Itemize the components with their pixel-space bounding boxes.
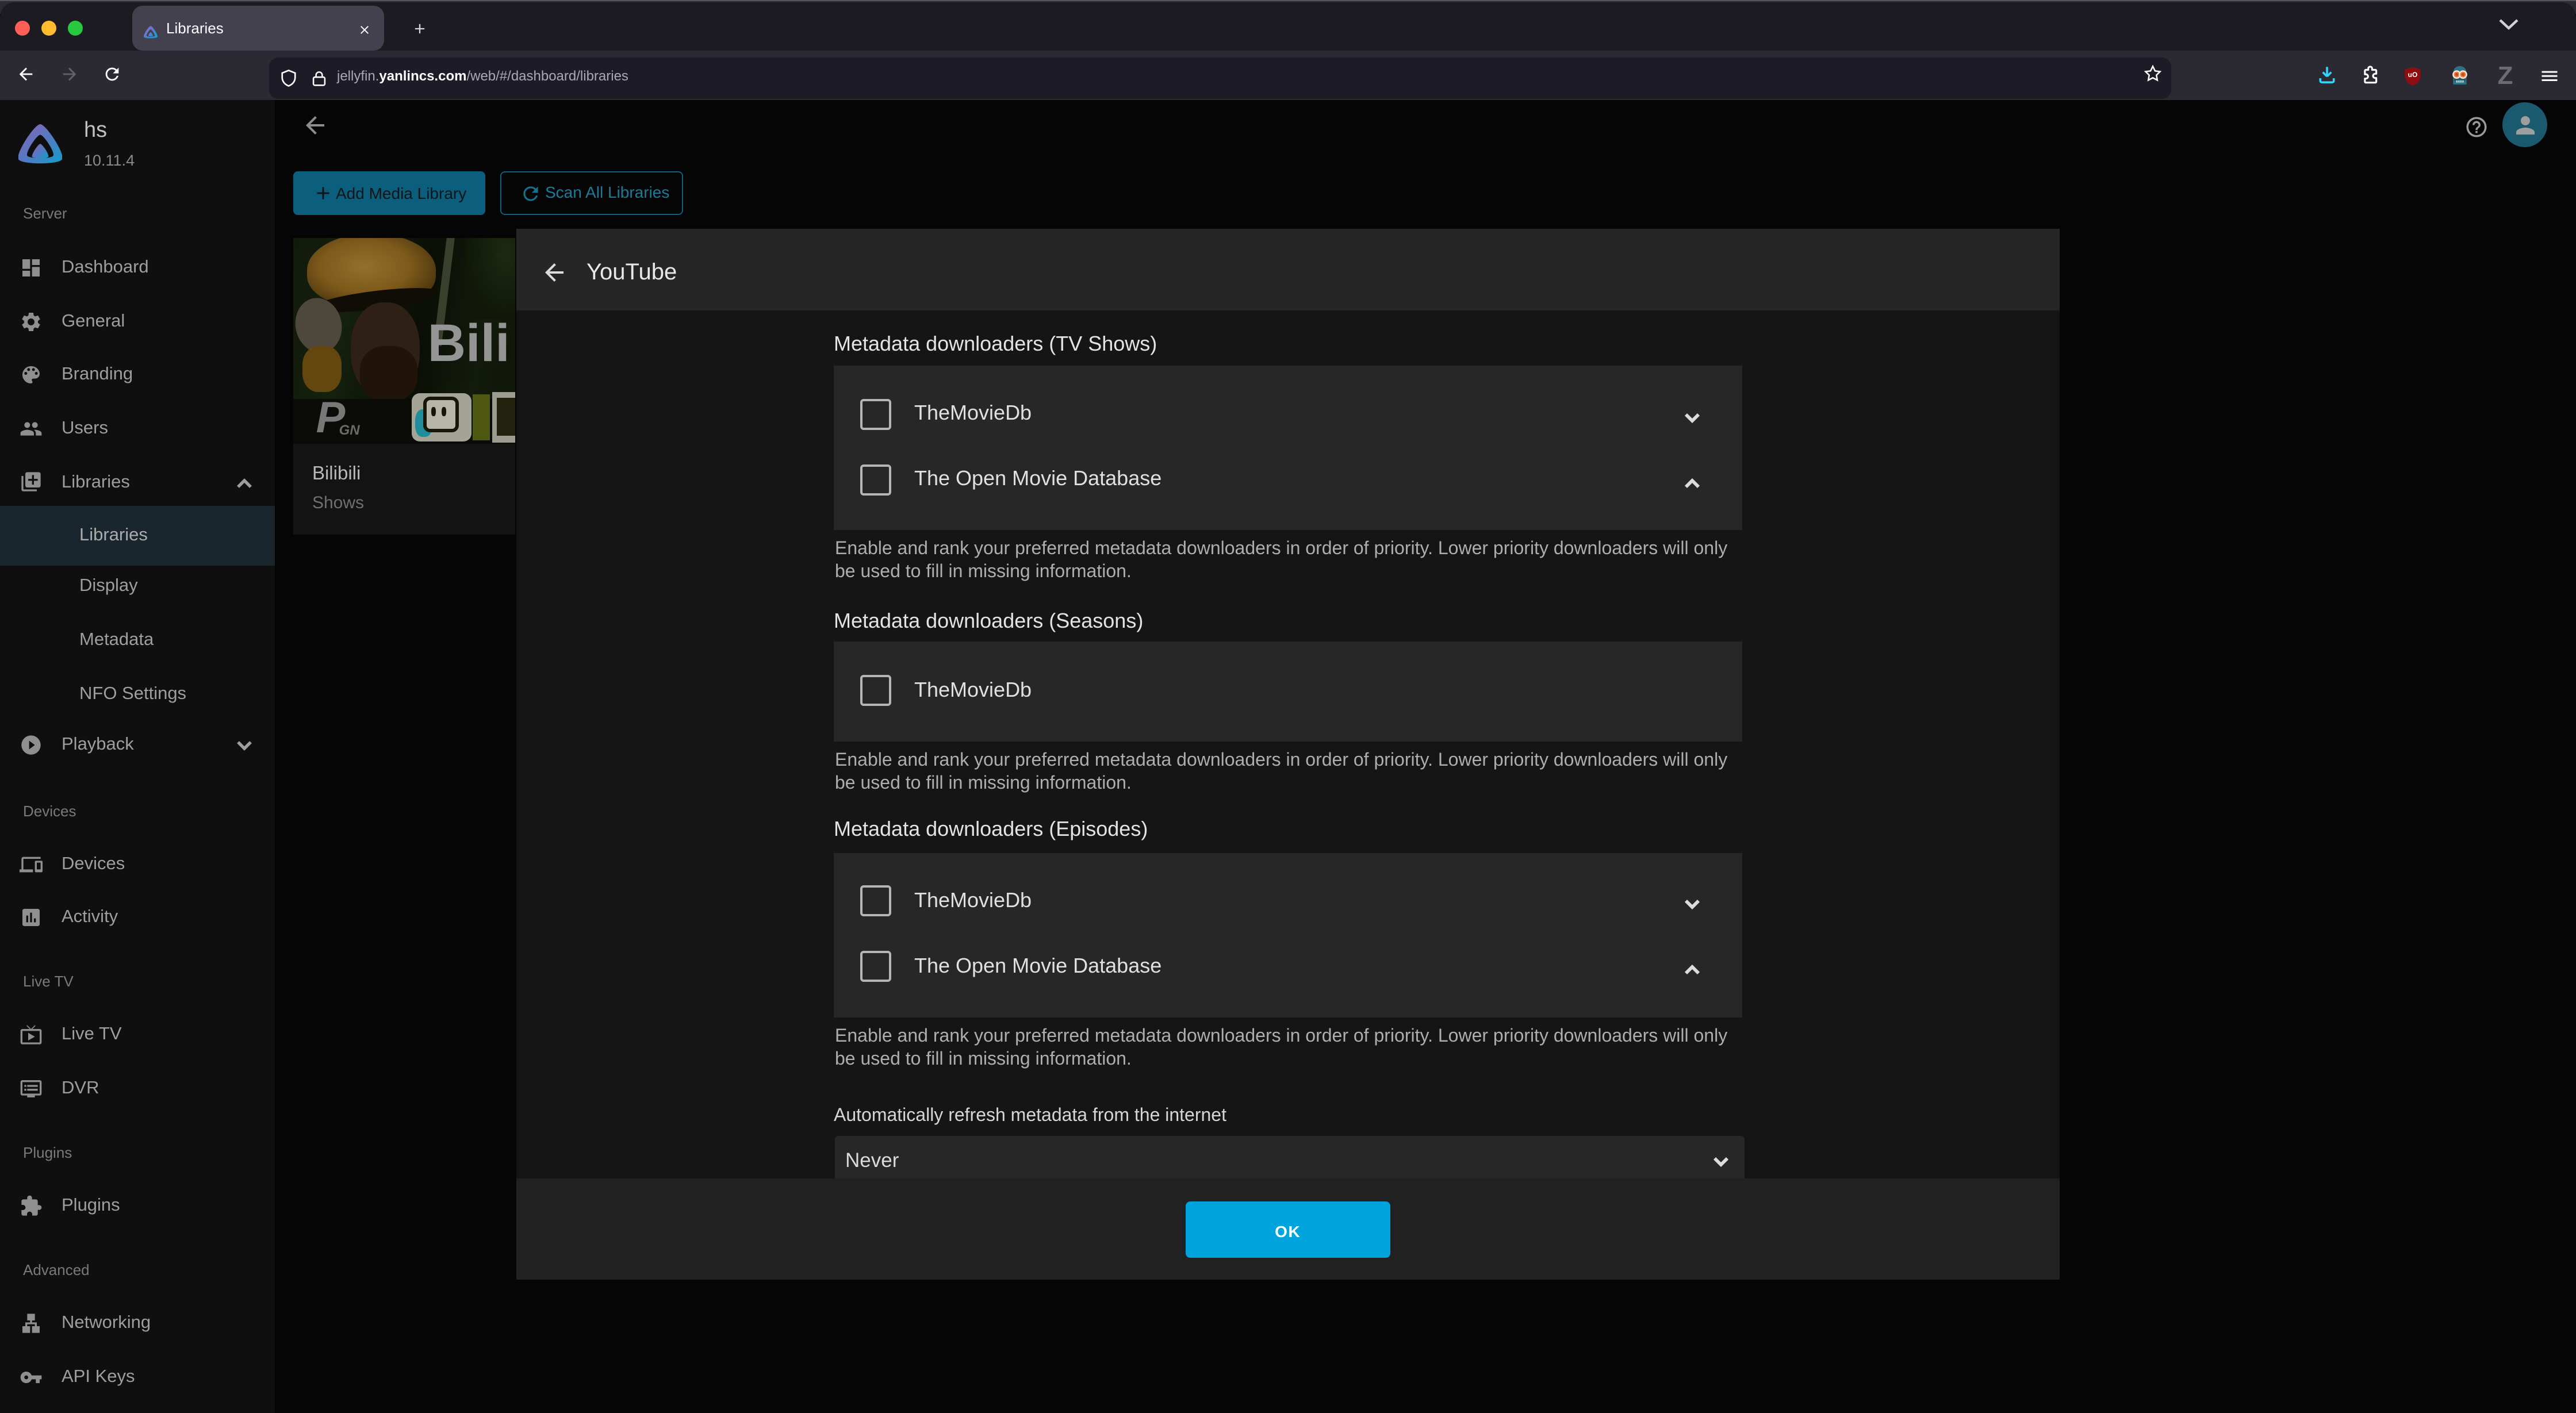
svg-text:uO: uO: [2408, 70, 2418, 78]
svg-text:Z: Z: [2498, 63, 2513, 87]
